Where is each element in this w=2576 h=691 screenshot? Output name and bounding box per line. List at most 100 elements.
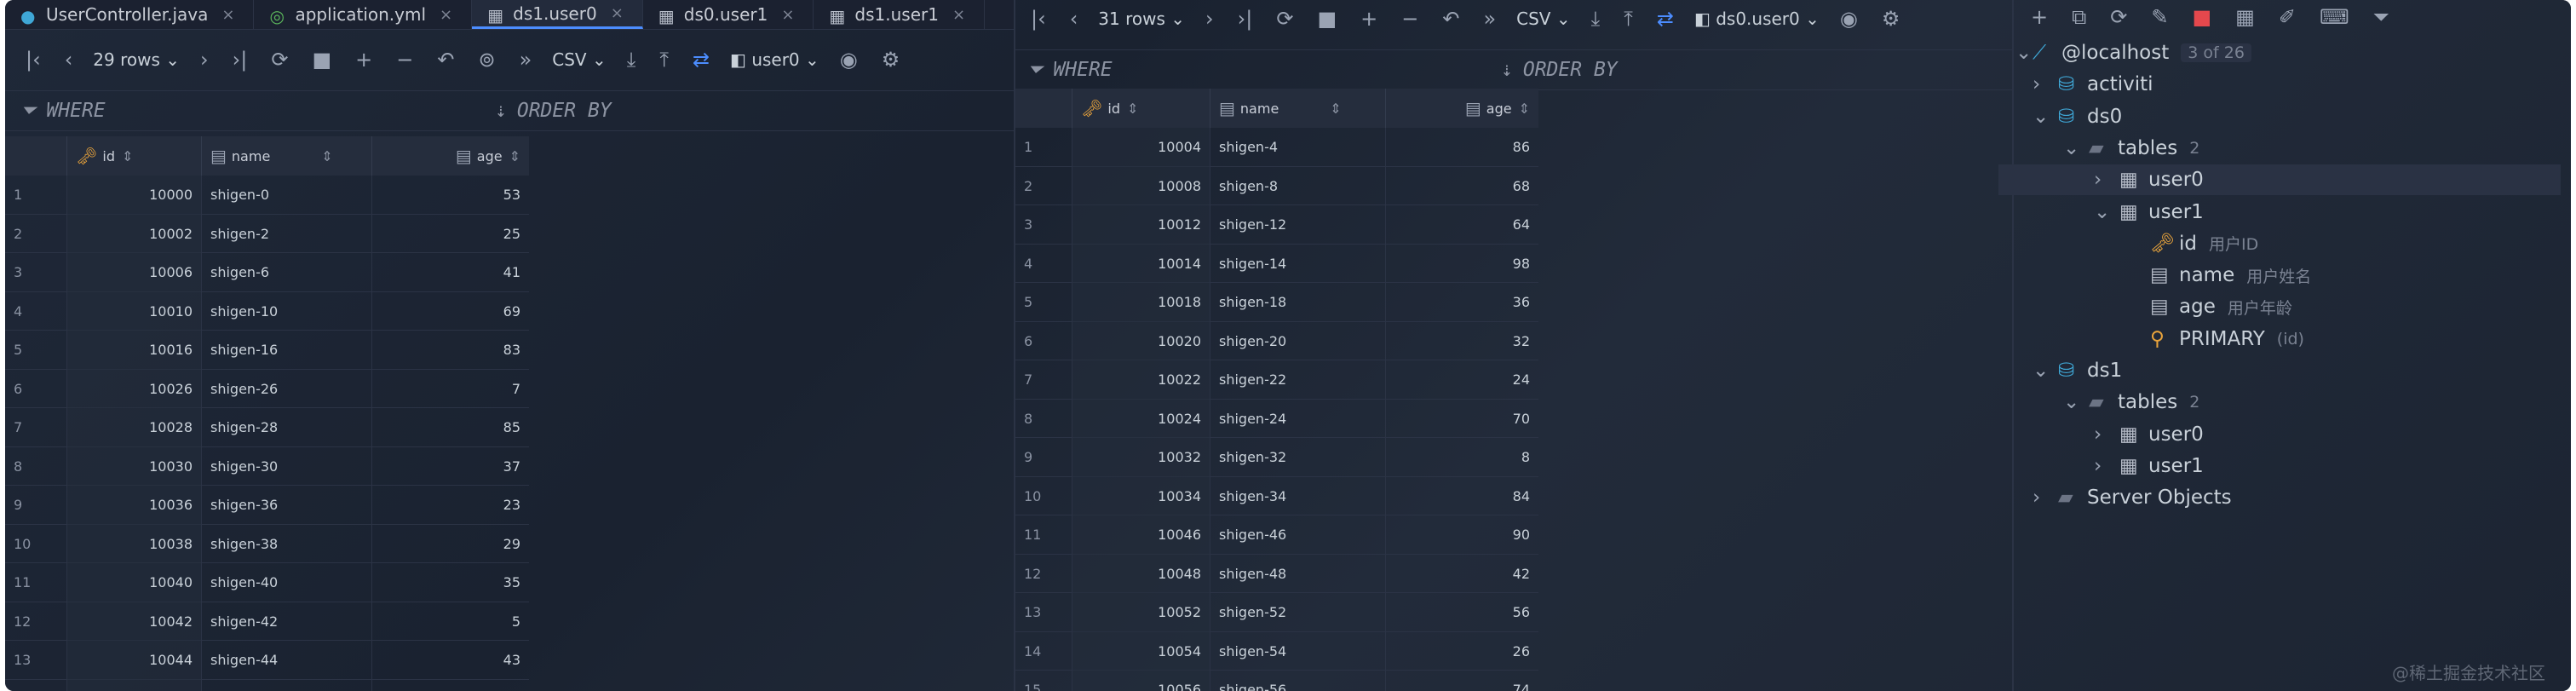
- table-cell[interactable]: 10044: [66, 641, 201, 680]
- table-cell[interactable]: 10036: [66, 486, 201, 525]
- session-dropdown[interactable]: ◧ ds0.user0 ⌄: [1694, 9, 1820, 29]
- prev-page-icon[interactable]: ‹: [1070, 7, 1078, 31]
- table-cell[interactable]: shigen-18: [1210, 283, 1385, 322]
- tree-node-folder[interactable]: ⌄ ▰ tables 2: [2063, 133, 2199, 164]
- settings-gear-icon[interactable]: ⚙: [1882, 7, 1900, 31]
- close-icon[interactable]: ×: [952, 6, 965, 24]
- upload-icon[interactable]: ⤒: [1624, 7, 1633, 31]
- revert-icon[interactable]: ↶: [1442, 7, 1459, 31]
- chevron-right-icon[interactable]: ›: [2094, 169, 2119, 191]
- last-page-icon[interactable]: ›|: [1238, 7, 1253, 31]
- table-cell[interactable]: shigen-4: [1210, 128, 1385, 167]
- table-cell[interactable]: 10034: [1072, 476, 1210, 515]
- tree-node-column[interactable]: ▤ name 用户姓名: [2125, 260, 2311, 291]
- table-cell[interactable]: 42: [1385, 554, 1538, 593]
- table-cell[interactable]: 10052: [1072, 593, 1210, 632]
- table-cell[interactable]: 25: [371, 214, 529, 253]
- rows-count-dropdown[interactable]: 31 rows ⌄: [1098, 9, 1185, 29]
- sort-toggle-icon[interactable]: ⇕: [1519, 101, 1530, 117]
- table-cell[interactable]: 10002: [66, 214, 201, 253]
- chevron-right-icon[interactable]: ›: [2094, 423, 2119, 446]
- chevron-right-icon[interactable]: ›: [2094, 455, 2119, 477]
- table-cell[interactable]: 74: [1385, 671, 1538, 691]
- table-cell[interactable]: 7: [371, 369, 529, 408]
- close-icon[interactable]: ×: [440, 6, 452, 24]
- table-cell[interactable]: 70: [1385, 399, 1538, 438]
- table-cell[interactable]: 10020: [1072, 321, 1210, 360]
- table-cell[interactable]: 35: [371, 563, 529, 602]
- table-cell[interactable]: 29: [371, 524, 529, 563]
- chevron-down-icon[interactable]: ⌄: [2094, 201, 2119, 223]
- table-cell[interactable]: shigen-56: [1210, 671, 1385, 691]
- tree-node-folder[interactable]: › ▰ Server Objects: [2033, 482, 2232, 513]
- query-console-icon[interactable]: ⌨: [2320, 5, 2349, 29]
- sort-toggle-icon[interactable]: ⇕: [1127, 101, 1138, 117]
- export-format-dropdown[interactable]: CSV ⌄: [1516, 9, 1570, 29]
- more-icon[interactable]: »: [520, 48, 532, 72]
- table-cell[interactable]: shigen-10: [201, 291, 371, 331]
- table-cell[interactable]: shigen-40: [201, 563, 371, 602]
- rows-count-dropdown[interactable]: 29 rows ⌄: [93, 49, 180, 70]
- filter-icon[interactable]: ⏷: [2373, 5, 2389, 29]
- table-cell[interactable]: 10028: [66, 408, 201, 447]
- where-filter[interactable]: ⏷ WHERE: [5, 91, 486, 130]
- table-cell[interactable]: 10026: [66, 369, 201, 408]
- tree-node-schema[interactable]: ⌄ ⛁ ds1: [2033, 355, 2122, 386]
- pane-divider[interactable]: [2012, 0, 2014, 691]
- table-cell[interactable]: 36: [1385, 283, 1538, 322]
- table-view-icon[interactable]: ▦: [2235, 5, 2255, 29]
- table-cell[interactable]: 10024: [1072, 399, 1210, 438]
- order-by-filter[interactable]: ⇣ ORDER BY: [1492, 50, 1618, 89]
- order-by-filter[interactable]: ⇣ ORDER BY: [486, 91, 612, 130]
- sort-toggle-icon[interactable]: ⇕: [321, 148, 332, 164]
- sort-toggle-icon[interactable]: ⇕: [122, 148, 133, 164]
- table-cell[interactable]: shigen-28: [201, 408, 371, 447]
- table-cell[interactable]: shigen-50: [201, 679, 371, 691]
- last-page-icon[interactable]: ›|: [233, 48, 248, 72]
- edit-icon[interactable]: ✐: [2279, 5, 2296, 29]
- more-icon[interactable]: »: [1483, 7, 1496, 31]
- table-cell[interactable]: 83: [371, 331, 529, 370]
- next-page-icon[interactable]: ›: [1205, 7, 1214, 31]
- revert-icon[interactable]: ↶: [437, 48, 454, 72]
- tree-node-column[interactable]: ▤ age 用户年龄: [2125, 291, 2292, 322]
- copy-icon[interactable]: ⧉: [2072, 5, 2086, 29]
- table-cell[interactable]: 10000: [66, 176, 201, 215]
- remove-row-icon[interactable]: −: [396, 48, 413, 72]
- add-datasource-icon[interactable]: +: [2031, 5, 2048, 29]
- table-cell[interactable]: 64: [1385, 205, 1538, 245]
- tree-node-index[interactable]: ⚲ PRIMARY (id): [2125, 324, 2304, 354]
- table-cell[interactable]: 43: [371, 641, 529, 680]
- table-cell[interactable]: 10040: [66, 563, 201, 602]
- chevron-down-icon[interactable]: ⌄: [2063, 391, 2089, 413]
- table-cell[interactable]: shigen-14: [1210, 244, 1385, 283]
- editor-tab[interactable]: ▦ ds0.user1 ×: [643, 0, 814, 29]
- table-cell[interactable]: 10038: [66, 524, 201, 563]
- chevron-down-icon[interactable]: ⌄: [2063, 137, 2089, 159]
- table-cell[interactable]: shigen-44: [201, 641, 371, 680]
- add-row-icon[interactable]: +: [1360, 7, 1377, 31]
- table-cell[interactable]: shigen-24: [1210, 399, 1385, 438]
- column-header-age[interactable]: ▤ age ⇕: [1385, 89, 1538, 128]
- download-icon[interactable]: ⤓: [1591, 7, 1601, 31]
- where-filter[interactable]: ⏷ WHERE: [1015, 50, 1492, 89]
- table-cell[interactable]: 10014: [1072, 244, 1210, 283]
- upload-icon[interactable]: ⤒: [659, 48, 669, 72]
- first-page-icon[interactable]: |‹: [26, 48, 41, 72]
- table-cell[interactable]: 84: [1385, 476, 1538, 515]
- tree-node-table[interactable]: › ▦ user0: [2094, 419, 2204, 450]
- table-cell[interactable]: 41: [371, 253, 529, 292]
- submit-icon[interactable]: ⊚: [478, 48, 495, 72]
- prev-page-icon[interactable]: ‹: [65, 48, 73, 72]
- table-cell[interactable]: 10050: [66, 679, 201, 691]
- editor-tab[interactable]: ● UserController.java ×: [5, 0, 255, 29]
- compare-icon[interactable]: ⇄: [1657, 7, 1674, 31]
- sort-toggle-icon[interactable]: ⇕: [509, 148, 520, 164]
- table-cell[interactable]: 26: [1385, 631, 1538, 671]
- table-cell[interactable]: shigen-0: [201, 176, 371, 215]
- table-cell[interactable]: 90: [1385, 515, 1538, 555]
- tree-node-table[interactable]: › ▦ user1: [2094, 451, 2204, 481]
- settings-gear-icon[interactable]: ⚙: [882, 48, 900, 72]
- editor-tab[interactable]: ▦ ds1.user0 ×: [472, 0, 643, 29]
- table-cell[interactable]: 24: [1385, 360, 1538, 400]
